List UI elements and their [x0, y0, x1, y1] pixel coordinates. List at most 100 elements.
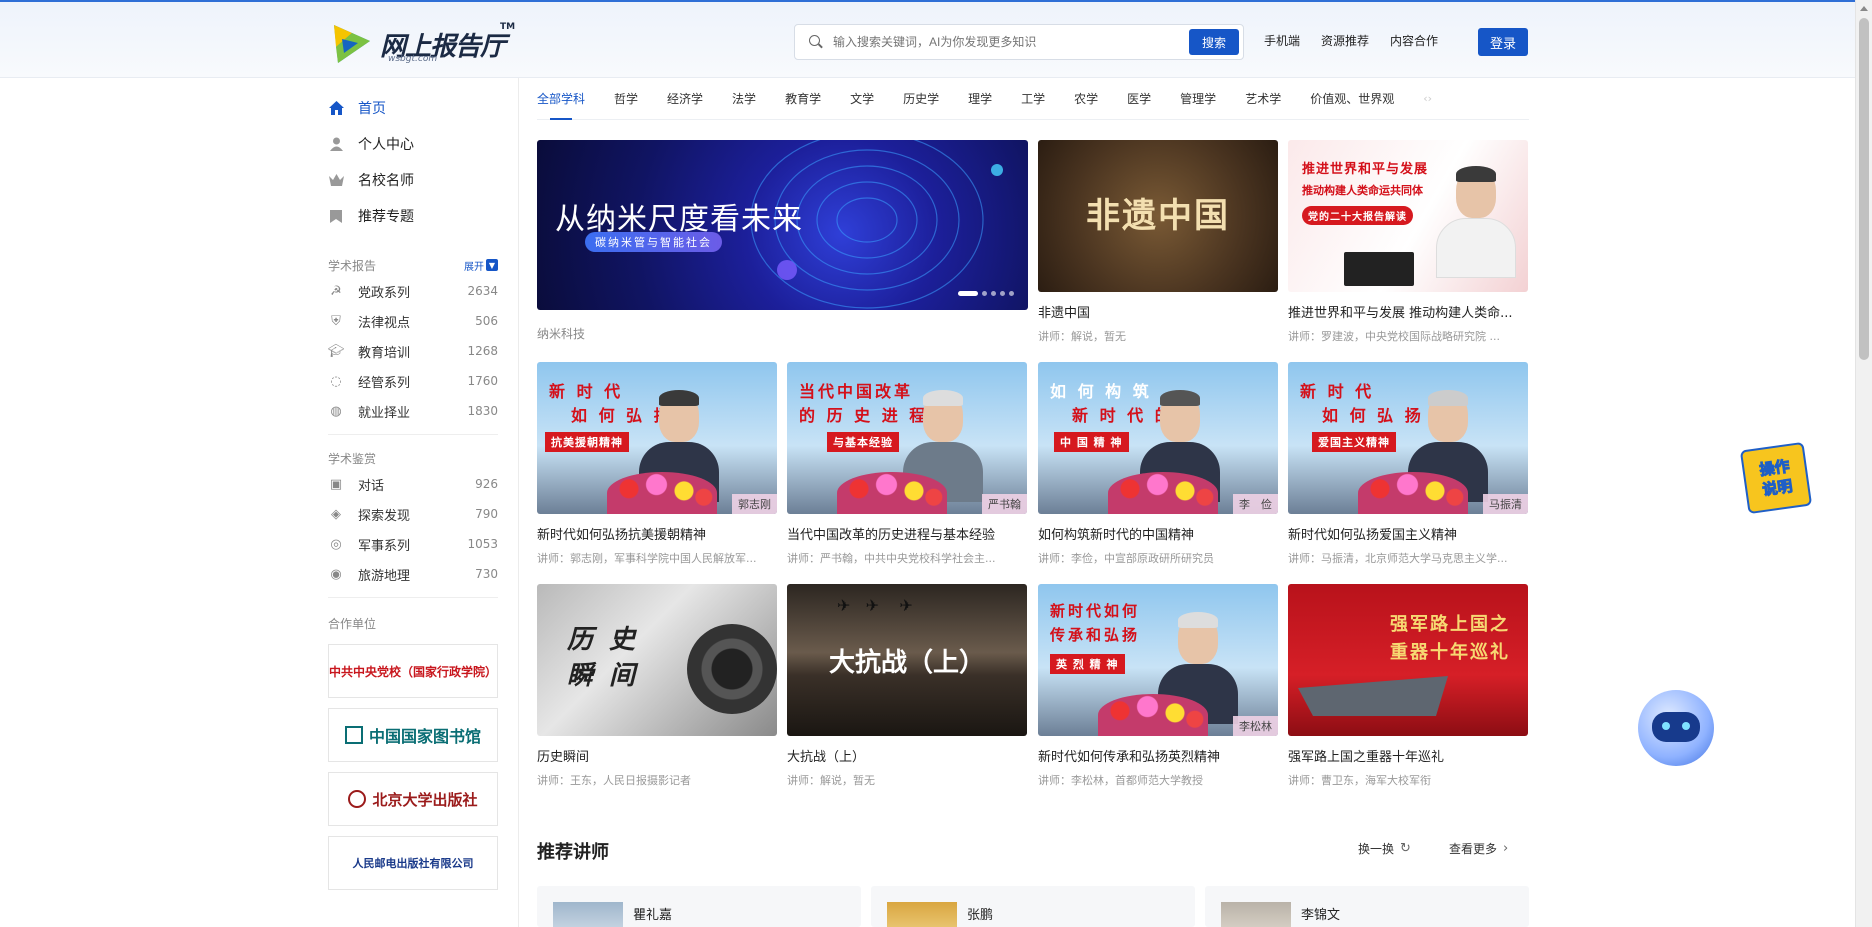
tab-law[interactable]: 法学 [732, 78, 756, 120]
featured-banner[interactable]: 从纳米尺度看未来 碳纳米管与智能社会 [537, 140, 1028, 310]
sidebar-item-label: 首页 [358, 101, 386, 117]
video-card[interactable]: 新 时 代 如 何 弘 扬 爱国主义精神 马振清 新时代如何弘扬爱国主义精神 讲… [1288, 362, 1528, 566]
tab-medicine[interactable]: 医学 [1127, 78, 1151, 120]
lecturer-card[interactable]: 李锦文 [1205, 886, 1529, 927]
video-thumbnail[interactable]: 推进世界和平与发展 推动构建人类命运共同体 党的二十大报告解读 [1288, 140, 1528, 292]
video-thumbnail[interactable]: 强军路上国之 重器十年巡礼 [1288, 584, 1528, 736]
sidebar-item-law[interactable]: ⛨ 法律视点 506 [328, 306, 498, 336]
lecturer-card[interactable]: 张鹏 [871, 886, 1195, 927]
video-title[interactable]: 非遗中国 [1038, 302, 1278, 321]
video-thumbnail[interactable]: ✈ ✈ ✈ 大抗战（上） [787, 584, 1027, 736]
tab-art[interactable]: 艺术学 [1245, 78, 1281, 120]
carousel-dot[interactable] [982, 291, 987, 296]
video-title[interactable]: 大抗战（上） [787, 746, 1027, 765]
chevron-right-icon: › [1503, 841, 1509, 856]
sidebar-item-home[interactable]: 首页 [328, 90, 498, 126]
video-title[interactable]: 新时代如何弘扬爱国主义精神 [1288, 524, 1528, 543]
scrollbar-thumb[interactable] [1859, 18, 1869, 360]
tab-economics[interactable]: 经济学 [667, 78, 703, 120]
tab-philosophy[interactable]: 哲学 [614, 78, 638, 120]
video-title[interactable]: 新时代如何传承和弘扬英烈精神 [1038, 746, 1278, 765]
video-thumbnail[interactable]: 新 时 代 如 何 弘 扬 抗美援朝精神 郭志刚 [537, 362, 777, 514]
partner-national-library[interactable]: 中国国家图书馆 [328, 708, 498, 762]
sidebar-item-employment[interactable]: ◍ 就业择业 1830 [328, 396, 498, 426]
thumbnail-tag: 党的二十大报告解读 [1302, 206, 1413, 225]
video-card[interactable]: 历史瞬间 历史瞬间 讲师：王东，人民日报摄影记者 [537, 584, 777, 788]
carousel-dot[interactable] [1000, 291, 1005, 296]
globe-icon: ◉ [330, 566, 342, 582]
site-logo[interactable]: 网上报告厅 wsbgt.com TM [328, 20, 515, 68]
video-title[interactable]: 推进世界和平与发展 推动构建人类命... [1288, 302, 1528, 321]
nav-mobile-link[interactable]: 手机端 [1264, 32, 1300, 49]
search-input[interactable] [833, 35, 1173, 49]
video-title[interactable]: 如何构筑新时代的中国精神 [1038, 524, 1278, 543]
partner-party-school[interactable]: 中共中央党校（国家行政学院） [328, 644, 498, 698]
tabs-scroll-arrow-icon[interactable]: ‹› [1423, 92, 1432, 105]
video-lecturer: 讲师：罗建波，中央党校国际战略研究院 ... [1288, 330, 1500, 343]
lecturer-card[interactable]: 瞿礼嘉 [537, 886, 861, 927]
partner-pku-press[interactable]: 北京大学出版社 [328, 772, 498, 826]
login-button[interactable]: 登录 [1478, 28, 1528, 56]
tab-values[interactable]: 价值观、世界观 [1310, 78, 1394, 120]
video-thumbnail[interactable]: 如 何 构 筑 新 时 代 的 中 国 精 神 李 俭 [1038, 362, 1278, 514]
tab-literature[interactable]: 文学 [850, 78, 874, 120]
tab-science[interactable]: 理学 [968, 78, 992, 120]
sidebar-item-military[interactable]: ◎ 军事系列 1053 [328, 529, 498, 559]
sidebar-item-label: 推荐专题 [358, 209, 414, 225]
carousel-dot-active[interactable] [958, 291, 978, 296]
tab-education[interactable]: 教育学 [785, 78, 821, 120]
tab-engineering[interactable]: 工学 [1021, 78, 1045, 120]
sidebar-item-label: 旅游地理 [358, 568, 411, 584]
sidebar-item-discovery[interactable]: ◈ 探索发现 790 [328, 499, 498, 529]
nav-cooperation-link[interactable]: 内容合作 [1390, 32, 1438, 49]
sidebar-item-management[interactable]: ◌ 经管系列 1760 [328, 366, 498, 396]
sidebar-item-profile[interactable]: 个人中心 [328, 126, 498, 162]
refresh-button[interactable]: 换一换 ↻ [1358, 840, 1411, 857]
sidebar-item-label: 个人中心 [358, 137, 414, 153]
video-card[interactable]: 推进世界和平与发展 推动构建人类命运共同体 党的二十大报告解读 推进世界和平与发… [1288, 140, 1528, 344]
video-title[interactable]: 强军路上国之重器十年巡礼 [1288, 746, 1528, 765]
operation-guide-widget[interactable]: 操作说明 [1736, 438, 1816, 518]
video-card[interactable]: ✈ ✈ ✈ 大抗战（上） 大抗战（上） 讲师：解说，暂无 [787, 584, 1027, 788]
search-button[interactable]: 搜索 [1189, 29, 1239, 55]
sidebar-item-famous-teachers[interactable]: 名校名师 [328, 162, 498, 198]
video-card[interactable]: 如 何 构 筑 新 时 代 的 中 国 精 神 李 俭 如何构筑新时代的中国精神… [1038, 362, 1278, 566]
carousel-dot[interactable] [991, 291, 996, 296]
vertical-scrollbar[interactable] [1855, 0, 1872, 927]
video-card[interactable]: 非遗中国 非遗中国 讲师：解说，暂无 [1038, 140, 1278, 344]
sidebar-item-travel[interactable]: ◉ 旅游地理 730 [328, 559, 498, 589]
sidebar-item-education[interactable]: 🎓︎ 教育培训 1268 [328, 336, 498, 366]
video-title[interactable]: 新时代如何弘扬抗美援朝精神 [537, 524, 777, 543]
partner-posts-telecom-press[interactable]: 人民邮电出版社有限公司 [328, 836, 498, 890]
tab-history[interactable]: 历史学 [903, 78, 939, 120]
video-thumbnail[interactable]: 非遗中国 [1038, 140, 1278, 292]
view-more-link[interactable]: 查看更多 › [1449, 840, 1508, 857]
sidebar-item-dialogue[interactable]: ▣ 对话 926 [328, 469, 498, 499]
video-card[interactable]: 新 时 代 如 何 弘 扬 抗美援朝精神 郭志刚 新时代如何弘扬抗美援朝精神 讲… [537, 362, 777, 566]
video-thumbnail[interactable]: 当代中国改革 的 历 史 进 程 与基本经验 严书翰 [787, 362, 1027, 514]
flower-bouquet-graphic [607, 472, 717, 514]
tab-all[interactable]: 全部学科 [537, 78, 585, 120]
carousel-dot[interactable] [1009, 291, 1014, 296]
item-count: 1268 [467, 344, 498, 358]
sidebar-item-topics[interactable]: 推荐专题 [328, 198, 498, 234]
video-thumbnail[interactable]: 新时代如何 传承和弘扬 英 烈 精 神 李松林 [1038, 584, 1278, 736]
video-thumbnail[interactable]: 历史瞬间 [537, 584, 777, 736]
video-card[interactable]: 新时代如何 传承和弘扬 英 烈 精 神 李松林 新时代如何传承和弘扬英烈精神 讲… [1038, 584, 1278, 788]
video-title[interactable]: 历史瞬间 [537, 746, 777, 765]
sidebar-item-party[interactable]: ☭ 党政系列 2634 [328, 276, 498, 306]
video-card[interactable]: 当代中国改革 的 历 史 进 程 与基本经验 严书翰 当代中国改革的历史进程与基… [787, 362, 1027, 566]
scroll-up-arrow-icon[interactable] [1860, 6, 1868, 11]
video-card[interactable]: 强军路上国之 重器十年巡礼 强军路上国之重器十年巡礼 讲师：曹卫东，海军大校军衔 [1288, 584, 1528, 788]
tab-agriculture[interactable]: 农学 [1074, 78, 1098, 120]
sidebar-item-label: 经管系列 [358, 375, 411, 391]
nav-resources-link[interactable]: 资源推荐 [1321, 32, 1369, 49]
thumbnail-text: 新时代如何 [1050, 602, 1141, 620]
lecturer-name: 瞿礼嘉 [633, 908, 673, 923]
expand-toggle[interactable]: 展开 ▼ [464, 258, 498, 273]
video-thumbnail[interactable]: 新 时 代 如 何 弘 扬 爱国主义精神 马振清 [1288, 362, 1528, 514]
employment-icon: ◍ [330, 403, 342, 419]
video-title[interactable]: 当代中国改革的历史进程与基本经验 [787, 524, 1027, 543]
ai-assistant-button[interactable] [1634, 686, 1718, 770]
tab-management[interactable]: 管理学 [1180, 78, 1216, 120]
